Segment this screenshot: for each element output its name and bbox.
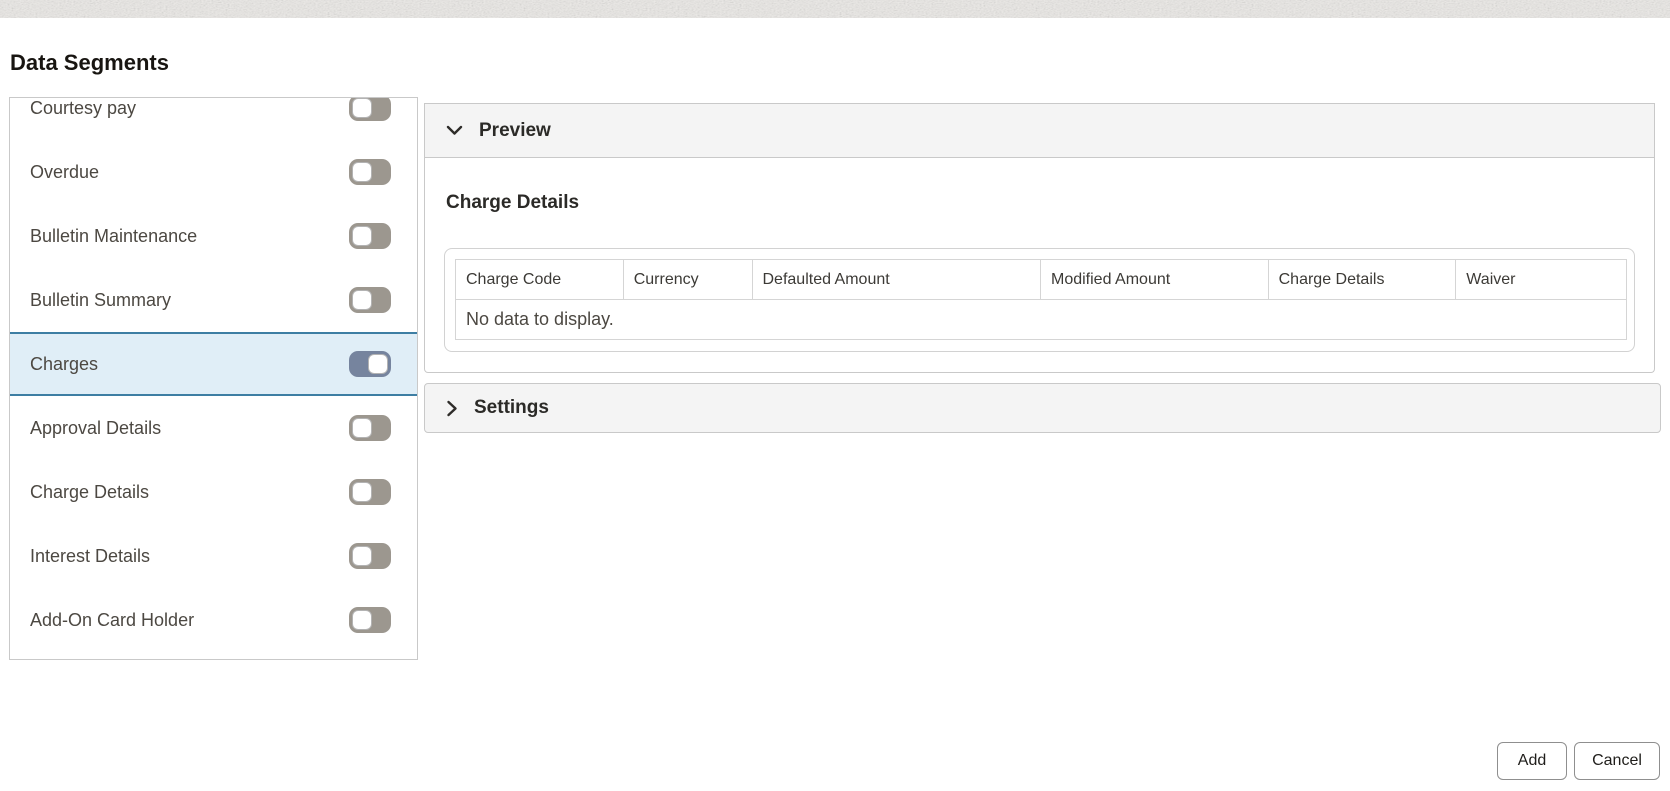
toggle-thumb [352, 226, 372, 246]
preview-accordion-body: Charge Details Charge Code Currency Defaul… [424, 158, 1655, 373]
segment-label: Courtesy pay [30, 97, 137, 118]
segment-label: Charges [30, 353, 99, 374]
segment-label: Add-On Card Holder [30, 609, 195, 630]
toggle-thumb [368, 354, 388, 374]
data-segments-dialog: Data Segments Courtesy pay Overdue Bulleti… [0, 0, 1670, 791]
preview-accordion-label: Preview [479, 119, 551, 141]
segment-toggle[interactable] [349, 479, 391, 505]
segment-row[interactable]: Charge Details [10, 460, 417, 524]
segment-label: Bulletin Maintenance [30, 225, 198, 246]
toggle-thumb [352, 610, 372, 630]
segment-toggle[interactable] [349, 159, 391, 185]
segment-label: Charge Details [30, 481, 150, 502]
table-header-cell: Charge Code [456, 260, 624, 299]
segment-row[interactable]: Interest Details [10, 524, 417, 588]
toggle-thumb [352, 482, 372, 502]
segment-label: Bulletin Summary [30, 289, 172, 310]
segment-row[interactable]: Bulletin Summary [10, 268, 417, 332]
table-empty-message: No data to display. [466, 309, 614, 329]
segment-row[interactable]: Bulletin Maintenance [10, 204, 417, 268]
toggle-thumb [352, 98, 372, 118]
table-header-cell: Modified Amount [1041, 260, 1269, 299]
table-header-cell: Waiver [1466, 270, 1516, 288]
toggle-thumb [352, 546, 372, 566]
segments-scroll-area[interactable]: Courtesy pay Overdue Bulletin Maintenance B… [10, 97, 417, 652]
cancel-button[interactable]: Cancel [1574, 742, 1660, 780]
header-texture-band [0, 0, 1670, 18]
toggle-thumb [352, 162, 372, 182]
segment-toggle[interactable] [349, 287, 391, 313]
table-header-cell: Charge Details [1269, 260, 1457, 299]
chevron-right-icon [446, 400, 458, 417]
table-header-cell: Currency [624, 260, 753, 299]
segment-toggle[interactable] [349, 98, 391, 121]
segment-row[interactable]: Charges [10, 332, 417, 396]
toggle-thumb [352, 418, 372, 438]
table-header-row: Charge Code Currency Defaulted Amount Modif… [456, 260, 1626, 300]
data-segments-list: Courtesy pay Overdue Bulletin Maintenance B… [9, 97, 418, 660]
segment-toggle[interactable] [349, 351, 391, 377]
settings-accordion-header[interactable]: Settings [424, 383, 1661, 433]
charge-details-table: Charge Code Currency Defaulted Amount Modif… [444, 248, 1635, 352]
segment-toggle[interactable] [349, 607, 391, 633]
settings-accordion-label: Settings [474, 397, 549, 418]
page-title: Data Segments [10, 50, 169, 75]
preview-accordion-header[interactable]: Preview [424, 103, 1655, 158]
table-header-cell: Defaulted Amount [753, 260, 1041, 299]
add-button[interactable]: Add [1497, 742, 1567, 780]
segment-row[interactable]: Approval Details [10, 396, 417, 460]
segment-row[interactable]: Add-On Card Holder [10, 588, 417, 652]
segment-toggle[interactable] [349, 223, 391, 249]
chevron-down-icon [446, 125, 463, 136]
segment-toggle[interactable] [349, 543, 391, 569]
charge-details-section-title: Charge Details [446, 192, 580, 213]
segment-row[interactable]: Courtesy pay [10, 97, 417, 140]
segment-label: Approval Details [30, 417, 162, 438]
segment-toggle[interactable] [349, 415, 391, 441]
segment-row[interactable]: Overdue [10, 140, 417, 204]
segment-label: Interest Details [30, 545, 151, 566]
segment-label: Overdue [30, 161, 100, 182]
toggle-thumb [352, 290, 372, 310]
